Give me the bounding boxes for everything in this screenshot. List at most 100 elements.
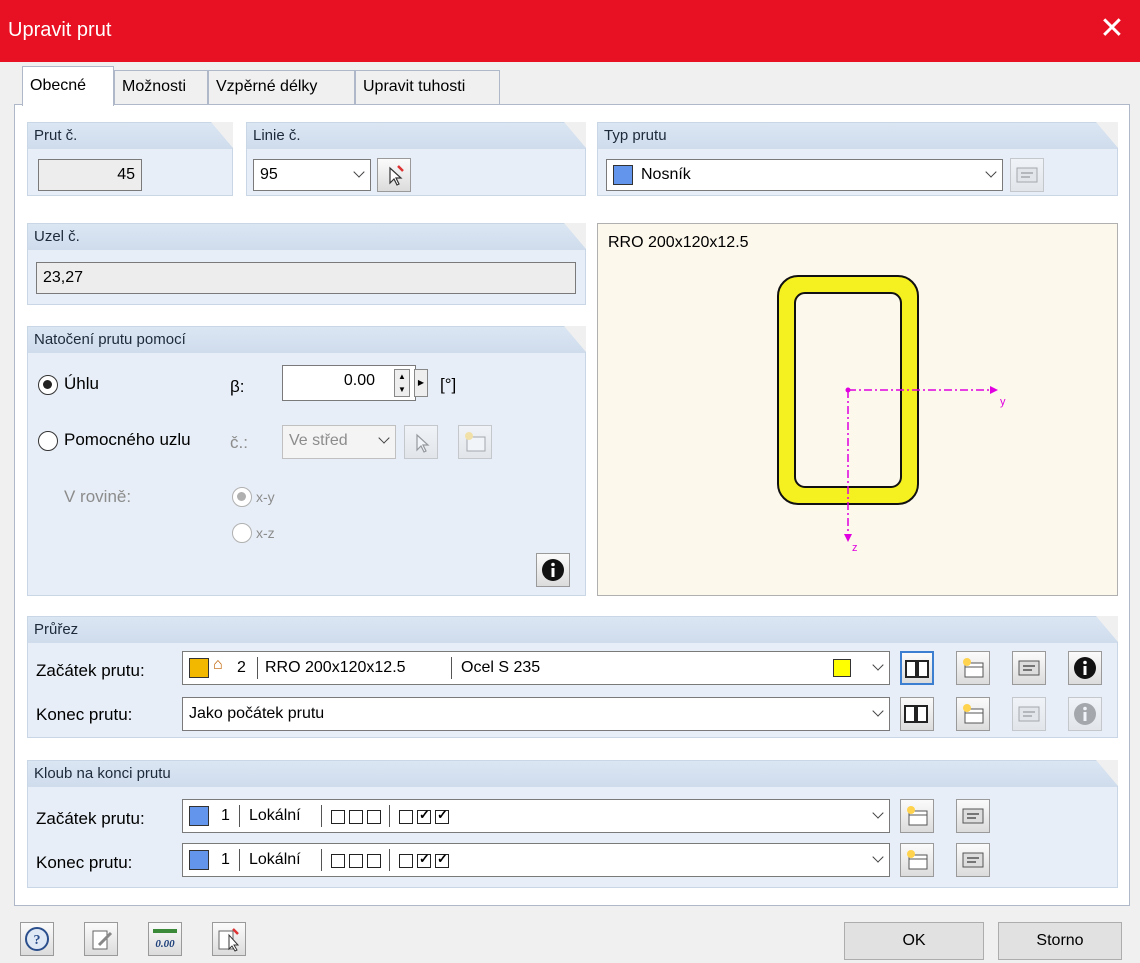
line-no-value: 95 — [260, 166, 278, 183]
hinge-end-label: Konec prutu: — [36, 853, 133, 872]
beta-menu-arrow[interactable]: ▶ — [414, 369, 428, 397]
member-type-select[interactable]: Nosník — [606, 159, 1003, 191]
helper-node-select[interactable]: Ve střed — [282, 425, 396, 459]
helper-node-option-label: Pomocného uzlu — [64, 430, 191, 449]
title-bar: Upravit prut ✕ — [0, 0, 1140, 62]
member-type-group: Typ prutu Nosník — [597, 122, 1118, 196]
new-icon — [907, 850, 928, 870]
hinge-uy-checkbox — [349, 854, 363, 868]
edit-button[interactable] — [84, 922, 118, 956]
new-end-section-button[interactable] — [956, 697, 990, 731]
section-end-select[interactable]: Jako počátek prutu — [182, 697, 890, 731]
line-no-group: Linie č. 95 — [246, 122, 586, 196]
separator — [389, 849, 390, 871]
section-drawing — [777, 275, 998, 542]
hinge-end-system: Lokální — [249, 851, 301, 868]
rotation-label: Natočení prutu pomocí — [28, 326, 586, 353]
new-section-button[interactable] — [956, 651, 990, 685]
edit-object-icon — [1018, 660, 1040, 676]
rotation-info-button[interactable] — [536, 553, 570, 587]
hinge-phiz-checkbox — [435, 807, 449, 824]
edit-object-icon — [1016, 167, 1038, 183]
end-section-info-button[interactable] — [1068, 697, 1102, 731]
node-no-field[interactable]: 23,27 — [36, 262, 576, 294]
plane-xz-label: x-z — [256, 525, 275, 541]
section-name: RRO 200x120x12.5 — [265, 659, 406, 676]
help-button[interactable]: ? — [20, 922, 54, 956]
beta-value: 0.00 — [343, 372, 375, 389]
tab-options[interactable]: Možnosti — [114, 70, 208, 104]
section-type-icon: ⌂ — [213, 656, 223, 673]
edit-object-icon — [1018, 706, 1040, 722]
separator — [239, 805, 240, 827]
separator — [257, 657, 258, 679]
separator — [239, 849, 240, 871]
edit-section-button[interactable] — [1012, 651, 1046, 685]
select-button[interactable] — [212, 922, 246, 956]
pick-icon — [416, 433, 430, 453]
separator — [321, 849, 322, 871]
new-icon — [465, 432, 486, 452]
hinge-phiz-checkbox — [435, 851, 449, 868]
cross-section-label: Průřez — [28, 616, 1118, 643]
new-helper-node-button[interactable] — [458, 425, 492, 459]
member-no-label: Prut č. — [28, 122, 233, 149]
ok-button[interactable]: OK — [844, 922, 984, 960]
section-start-select[interactable]: ⌂ 2 RRO 200x120x12.5 Ocel S 235 — [182, 651, 890, 685]
plane-xy-radio[interactable] — [232, 487, 252, 507]
hinge-end-select[interactable]: 1 Lokální — [182, 843, 890, 877]
helper-node-no-label: č.: — [230, 433, 248, 452]
hinge-ux-checkbox — [331, 854, 345, 868]
chevron-down-icon — [873, 707, 883, 717]
info-icon — [1074, 657, 1096, 679]
new-hinge-end-button[interactable] — [900, 843, 934, 877]
plane-xy-label: x-y — [256, 489, 275, 505]
units-button[interactable]: 0.00 — [148, 922, 182, 956]
angle-option-label: Úhlu — [64, 374, 99, 393]
member-type-label: Typ prutu — [598, 122, 1118, 149]
member-no-field[interactable]: 45 — [38, 159, 142, 191]
cancel-button[interactable]: Storno — [998, 922, 1122, 960]
hinge-start-select[interactable]: 1 Lokální — [182, 799, 890, 833]
select-icon — [218, 928, 240, 952]
plane-label: V rovině: — [64, 487, 132, 506]
section-info-button[interactable] — [1068, 651, 1102, 685]
plane-xz-radio[interactable] — [232, 523, 252, 543]
edit-hinge-end-button[interactable] — [956, 843, 990, 877]
section-library-button[interactable] — [900, 651, 934, 685]
section-color — [189, 658, 209, 678]
pick-icon — [389, 165, 404, 186]
section-end-value: Jako počátek prutu — [189, 705, 325, 722]
tab-general[interactable]: Obecné — [22, 66, 114, 106]
new-hinge-start-button[interactable] — [900, 799, 934, 833]
edit-end-section-button[interactable] — [1012, 697, 1046, 731]
angle-radio[interactable] — [38, 375, 58, 395]
new-icon — [963, 658, 984, 678]
svg-text:0.00: 0.00 — [155, 938, 175, 950]
hinge-color — [189, 806, 209, 826]
pick-helper-node-button[interactable] — [404, 425, 438, 459]
hinge-uz-checkbox — [367, 810, 381, 824]
line-no-select[interactable]: 95 — [253, 159, 371, 191]
hinge-phix-checkbox — [399, 810, 413, 824]
separator — [451, 657, 452, 679]
y-axis-label: y — [1000, 396, 1006, 408]
new-icon — [963, 704, 984, 724]
close-icon[interactable]: ✕ — [1094, 12, 1130, 46]
hinge-phiy-checkbox — [417, 807, 431, 824]
chevron-down-icon — [873, 853, 883, 863]
hinge-start-number: 1 — [221, 807, 230, 824]
rotation-group: Natočení prutu pomocí Úhlu β: 0.00 ▲ ▼ ▶ … — [27, 326, 586, 596]
window-title: Upravit prut — [8, 19, 112, 41]
pick-line-button[interactable] — [377, 158, 411, 192]
section-end-library-button[interactable] — [900, 697, 934, 731]
tab-buckling-lengths[interactable]: Vzpěrné délky — [208, 70, 355, 104]
beta-spinner[interactable]: ▲ ▼ — [394, 369, 410, 397]
tab-modify-stiffness[interactable]: Upravit tuhosti — [355, 70, 500, 104]
info-icon — [1074, 703, 1096, 725]
edit-hinge-start-button[interactable] — [956, 799, 990, 833]
edit-member-type-button[interactable] — [1010, 158, 1044, 192]
helper-node-radio[interactable] — [38, 431, 58, 451]
chevron-down-icon — [873, 809, 883, 819]
hinge-start-label: Začátek prutu: — [36, 809, 145, 828]
